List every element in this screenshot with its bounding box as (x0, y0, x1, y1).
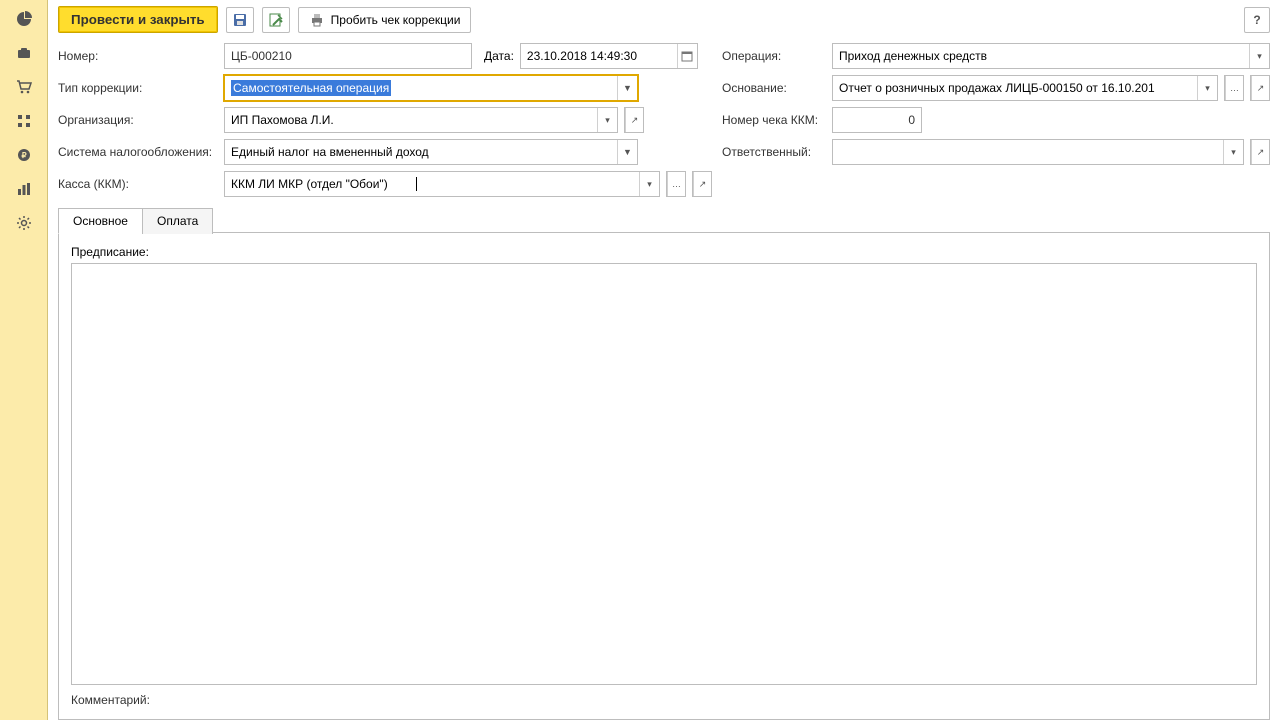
dropdown-icon[interactable]: ▾ (1223, 140, 1243, 164)
open-icon[interactable]: ↗ (625, 108, 643, 132)
basis-select[interactable]: Отчет о розничных продажах ЛИЦБ-000150 о… (832, 75, 1218, 101)
sidebar-bars-icon[interactable] (0, 172, 48, 206)
printer-icon (309, 12, 325, 28)
responsible-label: Ответственный: (722, 145, 826, 159)
kkm-check-no-input[interactable]: 0 (832, 107, 922, 133)
ellipsis-icon[interactable]: … (1225, 76, 1243, 100)
save-button[interactable] (226, 7, 254, 33)
comment-label: Комментарий: (71, 693, 1257, 707)
sidebar-gear-icon[interactable] (0, 206, 48, 240)
dropdown-icon[interactable]: ▼ (617, 76, 637, 100)
kassa-select[interactable]: ККМ ЛИ МКР (отдел "Обои") ▾ (224, 171, 660, 197)
correction-type-label: Тип коррекции: (58, 81, 218, 95)
operation-select[interactable]: Приход денежных средств ▾ (832, 43, 1270, 69)
post-and-close-button[interactable]: Провести и закрыть (58, 6, 218, 33)
sidebar-cart-icon[interactable] (0, 70, 48, 104)
form-right-column: Операция: Приход денежных средств ▾ Осно… (712, 43, 1270, 197)
help-button[interactable]: ? (1244, 7, 1270, 33)
tab-payment[interactable]: Оплата (142, 208, 213, 234)
dropdown-icon[interactable]: ▾ (1249, 44, 1269, 68)
organization-select[interactable]: ИП Пахомова Л.И. ▾ (224, 107, 618, 133)
print-correction-check-button[interactable]: Пробить чек коррекции (298, 7, 472, 33)
tab-panel: Предписание: Комментарий: (58, 232, 1270, 720)
tab-main[interactable]: Основное (58, 208, 143, 234)
calendar-icon[interactable] (677, 44, 697, 68)
prescription-textarea[interactable] (71, 263, 1257, 685)
operation-label: Операция: (722, 49, 826, 63)
tax-system-label: Система налогообложения: (58, 145, 218, 159)
dropdown-icon[interactable]: ▾ (639, 172, 659, 196)
tabs: Основное Оплата (58, 207, 1270, 233)
print-check-label: Пробить чек коррекции (331, 13, 461, 27)
dropdown-icon[interactable]: ▼ (617, 140, 637, 164)
dropdown-icon[interactable]: ▾ (597, 108, 617, 132)
date-label: Дата: (484, 49, 514, 63)
ellipsis-icon[interactable]: … (667, 172, 685, 196)
number-label: Номер: (58, 49, 218, 63)
open-icon[interactable]: ↗ (1251, 140, 1269, 164)
save-icon (232, 12, 248, 28)
organization-label: Организация: (58, 113, 218, 127)
basis-label: Основание: (722, 81, 826, 95)
toolbar: Провести и закрыть Пробить чек коррекции… (58, 6, 1270, 33)
date-input[interactable]: 23.10.2018 14:49:30 (520, 43, 698, 69)
sidebar-grid-icon[interactable] (0, 104, 48, 138)
correction-type-select[interactable]: Самостоятельная операция ▼ (224, 75, 638, 101)
post-button[interactable] (262, 7, 290, 33)
open-icon[interactable]: ↗ (1251, 76, 1269, 100)
sidebar-briefcase-icon[interactable] (0, 36, 48, 70)
kkm-check-no-label: Номер чека ККМ: (722, 113, 826, 127)
form-left-column: Номер: ЦБ-000210 Дата: 23.10.2018 14:49:… (58, 43, 712, 197)
responsible-select[interactable]: ▾ (832, 139, 1244, 165)
open-icon[interactable]: ↗ (693, 172, 711, 196)
sidebar-ruble-icon[interactable]: ₽ (0, 138, 48, 172)
tax-system-select[interactable]: Единый налог на вмененный доход ▼ (224, 139, 638, 165)
text-cursor (416, 177, 417, 191)
svg-text:₽: ₽ (21, 151, 26, 160)
kassa-label: Касса (ККМ): (58, 177, 218, 191)
form-header: Номер: ЦБ-000210 Дата: 23.10.2018 14:49:… (58, 43, 1270, 197)
sidebar-pie-icon[interactable] (0, 2, 48, 36)
number-input[interactable]: ЦБ-000210 (224, 43, 472, 69)
post-icon (268, 12, 284, 28)
left-sidebar: ₽ (0, 0, 48, 720)
correction-type-value: Самостоятельная операция (231, 80, 391, 96)
dropdown-icon[interactable]: ▾ (1197, 76, 1217, 100)
main-area: Провести и закрыть Пробить чек коррекции… (48, 0, 1280, 720)
prescription-label: Предписание: (71, 245, 1257, 259)
